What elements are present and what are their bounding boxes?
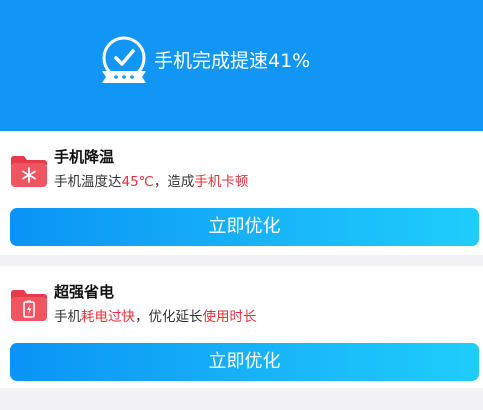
speedup-result-title: 手机完成提速41% [154, 50, 311, 72]
usage-time-highlight: 使用时长 [202, 309, 257, 325]
temperature-value: 45℃ [121, 174, 154, 190]
desc-text: 手机 [54, 309, 81, 325]
check-ribbon-badge-icon [102, 36, 146, 83]
desc-text: ，优化延长 [135, 309, 203, 325]
folder-battery-icon [11, 290, 47, 321]
desc-text: 手机温度达 [54, 174, 122, 190]
bottom-spacer [0, 388, 483, 410]
lag-warning: 手机卡顿 [194, 174, 249, 190]
optimize-power-button[interactable]: 立即优化 [10, 343, 479, 381]
cooling-title: 手机降温 [54, 148, 115, 166]
desc-text: ，造成 [153, 174, 195, 190]
power-saving-card: 超强省电 手机耗电过快，优化延长使用时长 立即优化 [0, 266, 483, 388]
power-saving-title: 超强省电 [54, 283, 115, 301]
power-saving-description: 手机耗电过快，优化延长使用时长 [54, 307, 257, 327]
battery-drain-warning: 耗电过快 [81, 309, 135, 325]
header-banner: 手机完成提速41% [0, 0, 483, 131]
optimize-cooling-button[interactable]: 立即优化 [10, 208, 479, 246]
folder-snowflake-icon [11, 156, 47, 187]
cooling-card: 手机降温 手机温度达45℃，造成手机卡顿 立即优化 [0, 131, 483, 255]
cooling-description: 手机温度达45℃，造成手机卡顿 [54, 172, 248, 192]
